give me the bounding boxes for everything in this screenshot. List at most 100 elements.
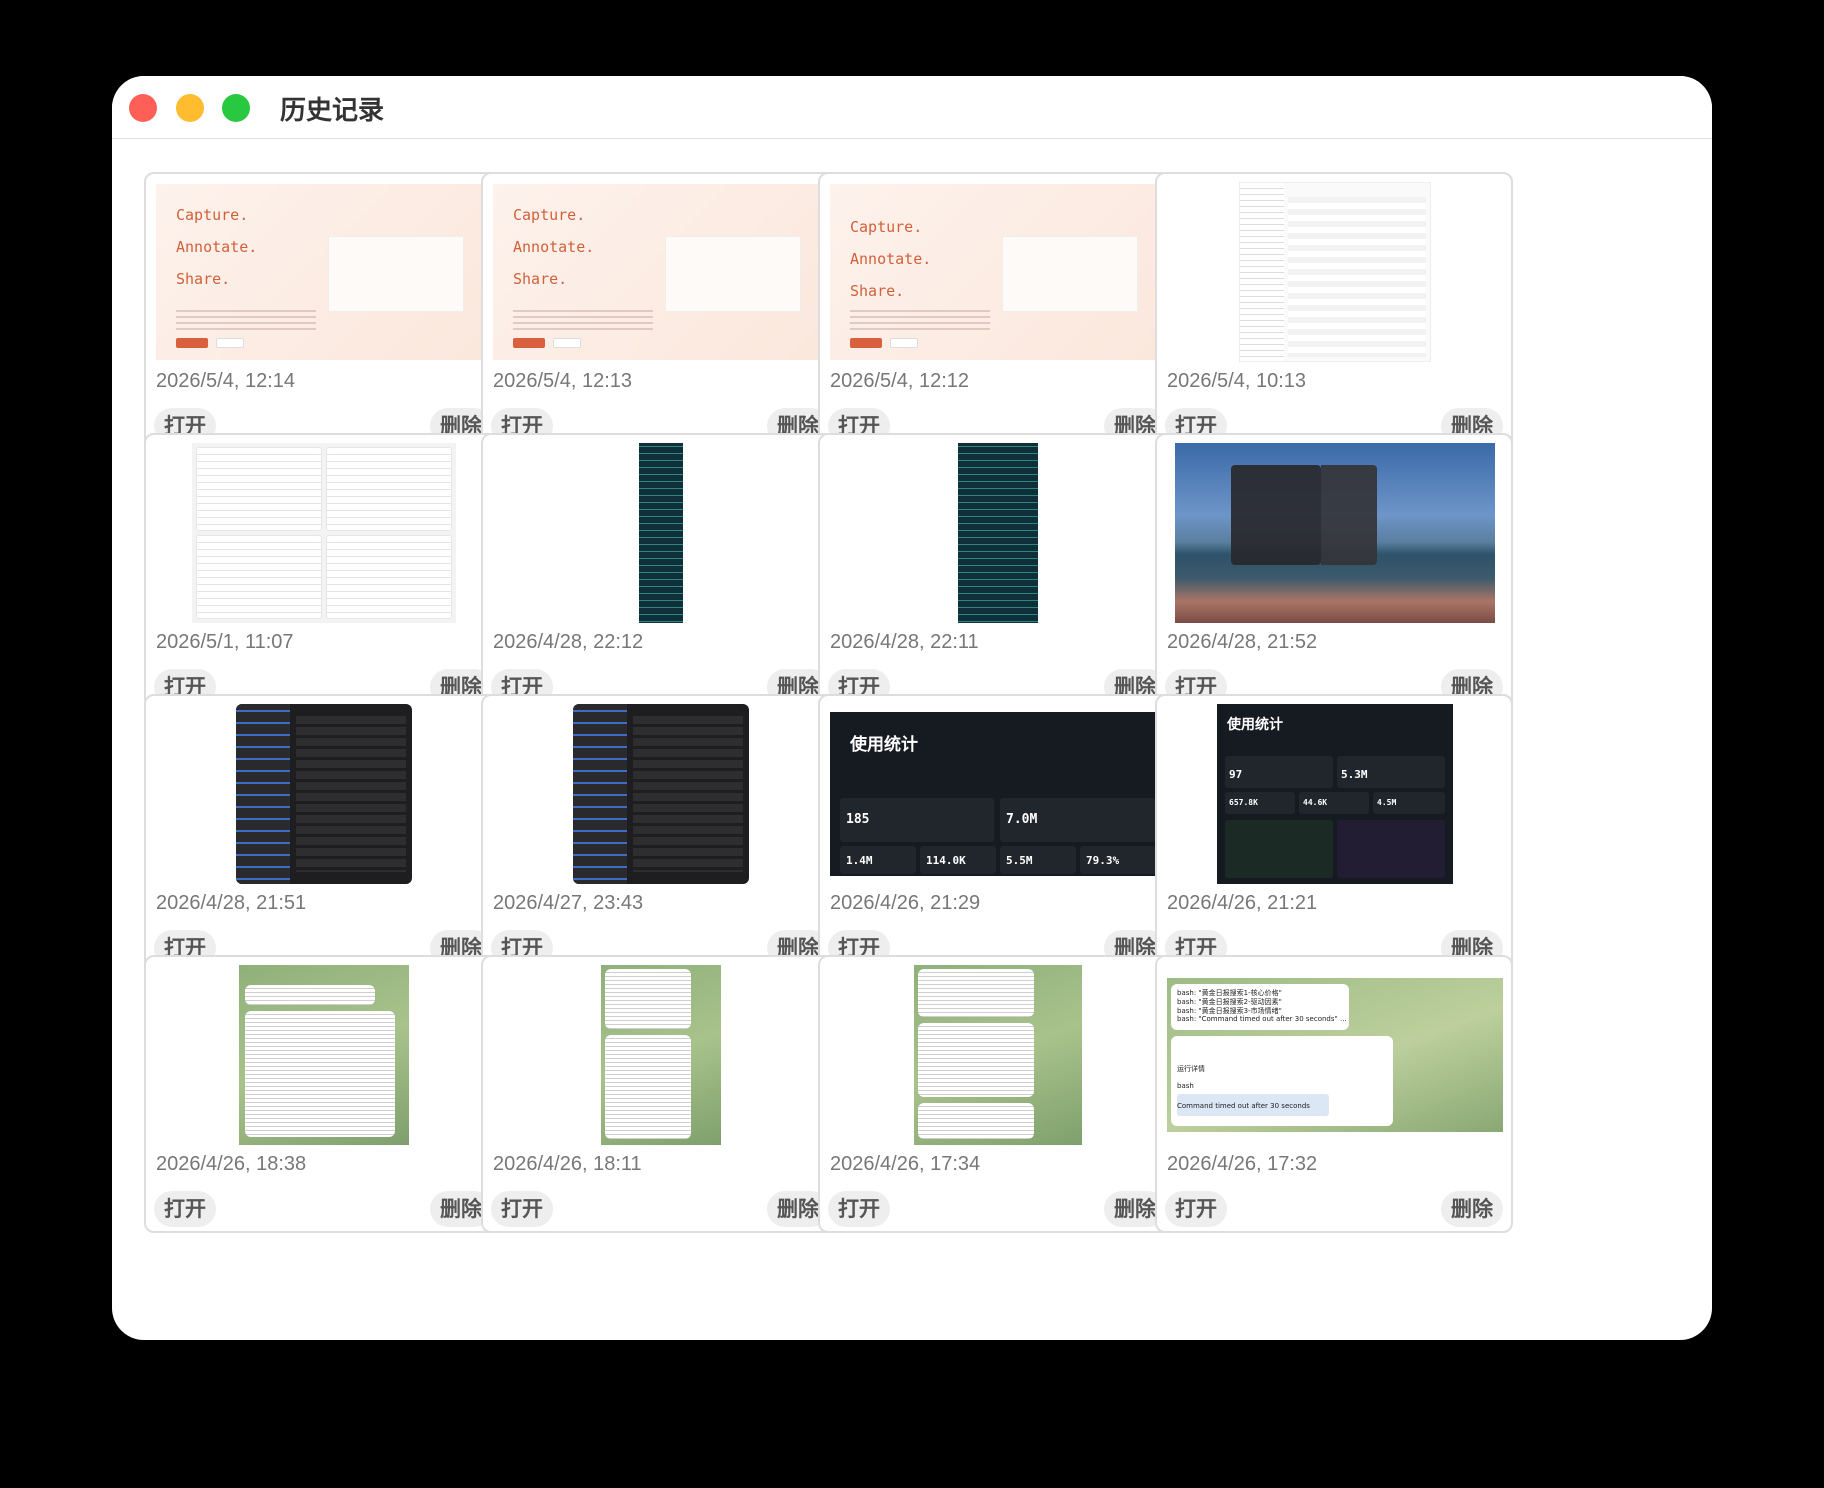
thumb-text: Annotate. — [513, 238, 595, 256]
delete-button[interactable]: 删除 — [1441, 1191, 1503, 1227]
screenshot-thumbnail[interactable]: 使用统计 97 5.3M 657.8K 44.6K 4.5M — [1167, 704, 1503, 884]
history-card: 2026/4/28, 22:11 打开 删除 — [818, 433, 1176, 711]
thumb-text: 657.8K — [1229, 798, 1258, 807]
title-bar: 历史记录 — [112, 76, 1712, 139]
thumb-text: Annotate. — [850, 250, 932, 268]
timestamp: 2026/4/28, 21:51 — [156, 892, 307, 914]
thumb-text: bash — [1177, 1082, 1194, 1090]
thumbnail-dashboard: 使用统计 185 7.0M 1.4M 114.0K 5.5M 79.3% — [830, 712, 1166, 876]
thumbnail-landing-page: Capture. Annotate. Share. — [156, 184, 492, 360]
thumb-text: 4.5M — [1377, 798, 1397, 807]
screenshot-thumbnail[interactable]: 使用统计 185 7.0M 1.4M 114.0K 5.5M 79.3% — [830, 704, 1166, 884]
history-card: Capture. Annotate. Share. 2026/5/4, 12:1… — [481, 172, 839, 450]
screenshot-thumbnail[interactable]: bash: "黄金日报搜索1-核心价格" bash: "黄金日报搜索2-驱动因素… — [1167, 965, 1503, 1145]
thumb-text: 1.4M — [846, 854, 873, 867]
screenshot-thumbnail[interactable] — [156, 443, 492, 623]
thumbnail-settings — [236, 704, 412, 884]
history-card: 2026/4/26, 18:11 打开 删除 — [481, 955, 839, 1233]
timestamp: 2026/4/26, 18:11 — [493, 1153, 642, 1175]
timestamp: 2026/4/28, 22:11 — [830, 631, 979, 653]
thumbnail-chat — [601, 965, 721, 1145]
history-card: 使用统计 185 7.0M 1.4M 114.0K 5.5M 79.3% 202… — [818, 694, 1176, 972]
thumbnail-chat: bash: "黄金日报搜索1-核心价格" bash: "黄金日报搜索2-驱动因素… — [1167, 978, 1503, 1132]
thumbnail-chat — [914, 965, 1082, 1145]
open-button[interactable]: 打开 — [491, 1191, 553, 1227]
timestamp: 2026/4/26, 21:21 — [1167, 892, 1318, 914]
thumb-text: Capture. — [513, 206, 586, 224]
thumb-text: bash: "Command timed out after 30 second… — [1177, 1015, 1347, 1023]
thumbnail-code — [639, 443, 683, 623]
timestamp: 2026/4/28, 22:12 — [493, 631, 644, 653]
history-card: 2026/5/4, 10:13 打开 删除 — [1155, 172, 1513, 450]
timestamp: 2026/4/26, 17:32 — [1167, 1153, 1318, 1175]
screenshot-thumbnail[interactable]: Capture. Annotate. Share. — [156, 182, 492, 362]
history-card: 2026/4/28, 21:52 打开 删除 — [1155, 433, 1513, 711]
timestamp: 2026/5/1, 11:07 — [156, 631, 294, 653]
thumb-text: Share. — [176, 270, 231, 288]
thumb-text: Capture. — [850, 218, 923, 236]
thumb-text: 185 — [846, 812, 870, 827]
thumbnail-code — [958, 443, 1038, 623]
screenshot-thumbnail[interactable]: Capture. Annotate. Share. — [493, 182, 829, 362]
thumb-text: 114.0K — [926, 854, 966, 867]
open-button[interactable]: 打开 — [154, 1191, 216, 1227]
thumb-text: 97 — [1229, 768, 1243, 781]
history-card: 2026/4/27, 23:43 打开 删除 — [481, 694, 839, 972]
thumb-text: 44.6K — [1303, 798, 1328, 807]
thumb-text: 5.5M — [1006, 854, 1033, 867]
screenshot-thumbnail[interactable] — [156, 965, 492, 1145]
history-card: bash: "黄金日报搜索1-核心价格" bash: "黄金日报搜索2-驱动因素… — [1155, 955, 1513, 1233]
screenshot-thumbnail[interactable] — [830, 443, 1166, 623]
timestamp: 2026/5/4, 10:13 — [1167, 370, 1307, 392]
history-card: 2026/4/26, 17:34 打开 删除 — [818, 955, 1176, 1233]
thumb-text: 7.0M — [1006, 812, 1038, 827]
thumb-text: 使用统计 — [1227, 717, 1283, 733]
thumb-text: 使用统计 — [850, 735, 918, 755]
screenshot-thumbnail[interactable] — [1167, 443, 1503, 623]
history-card: 使用统计 97 5.3M 657.8K 44.6K 4.5M 2026/4/26… — [1155, 694, 1513, 972]
timestamp: 2026/4/26, 21:29 — [830, 892, 981, 914]
thumbnail-landing-page: Capture. Annotate. Share. — [830, 184, 1166, 360]
history-card: Capture. Annotate. Share. 2026/5/4, 12:1… — [818, 172, 1176, 450]
screenshot-thumbnail[interactable] — [493, 704, 829, 884]
thumbnail-chat — [239, 965, 409, 1145]
thumbnail-agents — [192, 443, 456, 623]
thumbnail-finder — [1239, 182, 1431, 362]
history-card: 2026/4/28, 22:12 打开 删除 — [481, 433, 839, 711]
history-card: 2026/5/1, 11:07 打开 删除 — [144, 433, 502, 711]
thumb-text: 5.3M — [1341, 768, 1368, 781]
screenshot-thumbnail[interactable] — [156, 704, 492, 884]
thumbnail-dashboard: 使用统计 97 5.3M 657.8K 44.6K 4.5M — [1217, 704, 1453, 884]
history-window: 历史记录 Capture. Annotate. Share. 2026/5/4,… — [112, 76, 1712, 1340]
open-button[interactable]: 打开 — [828, 1191, 890, 1227]
thumb-text: Share. — [850, 282, 905, 300]
thumbnail-settings — [573, 704, 749, 884]
history-card: 2026/4/26, 18:38 打开 删除 — [144, 955, 502, 1233]
window-title: 历史记录 — [280, 96, 385, 126]
screenshot-thumbnail[interactable]: Capture. Annotate. Share. — [830, 182, 1166, 362]
timestamp: 2026/5/4, 12:13 — [493, 370, 633, 392]
minimize-window-button[interactable] — [176, 94, 204, 122]
screenshot-thumbnail[interactable] — [493, 443, 829, 623]
zoom-window-button[interactable] — [222, 94, 250, 122]
screenshot-thumbnail[interactable] — [830, 965, 1166, 1145]
thumbnail-desktop — [1175, 443, 1495, 623]
screenshot-thumbnail[interactable] — [493, 965, 829, 1145]
close-window-button[interactable] — [129, 94, 157, 122]
timestamp: 2026/4/26, 18:38 — [156, 1153, 307, 1175]
thumb-text: Annotate. — [176, 238, 258, 256]
timestamp: 2026/5/4, 12:14 — [156, 370, 296, 392]
timestamp: 2026/5/4, 12:12 — [830, 370, 970, 392]
timestamp: 2026/4/28, 21:52 — [1167, 631, 1318, 653]
thumb-text: Capture. — [176, 206, 249, 224]
open-button[interactable]: 打开 — [1165, 1191, 1227, 1227]
thumb-text: Command timed out after 30 seconds — [1177, 1102, 1310, 1110]
thumb-text: 运行详情 — [1177, 1065, 1205, 1073]
thumb-text: 79.3% — [1086, 854, 1120, 867]
thumbnail-landing-page: Capture. Annotate. Share. — [493, 184, 829, 360]
history-card: 2026/4/28, 21:51 打开 删除 — [144, 694, 502, 972]
screenshot-thumbnail[interactable] — [1167, 182, 1503, 362]
history-card: Capture. Annotate. Share. 2026/5/4, 12:1… — [144, 172, 502, 450]
timestamp: 2026/4/26, 17:34 — [830, 1153, 981, 1175]
thumb-text: Share. — [513, 270, 568, 288]
